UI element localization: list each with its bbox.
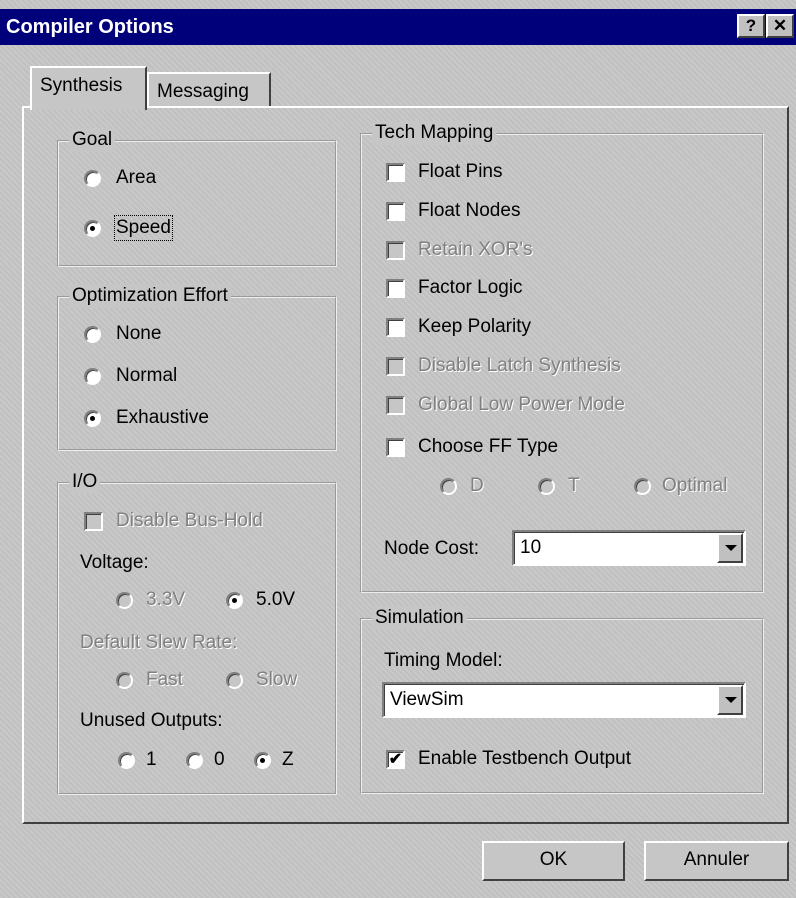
tab-messaging-label: Messaging xyxy=(157,81,249,102)
global-low-power-checkbox[interactable] xyxy=(386,396,405,415)
effort-normal-radio[interactable] xyxy=(84,368,101,385)
keep-polarity-checkbox[interactable] xyxy=(386,318,405,337)
help-button[interactable]: ? xyxy=(737,14,765,38)
effort-normal-label: Normal xyxy=(116,365,178,386)
ok-button[interactable]: OK xyxy=(482,841,625,881)
unused-outputs-label: Unused Outputs: xyxy=(80,710,223,731)
window-title: Compiler Options xyxy=(6,16,174,38)
disable-latch-synthesis-label: Disable Latch Synthesis xyxy=(418,355,621,376)
goal-speed-radio[interactable] xyxy=(84,220,101,237)
slew-slow-label: Slow xyxy=(256,669,298,690)
float-nodes-checkbox[interactable] xyxy=(386,202,405,221)
slew-rate-label: Default Slew Rate: xyxy=(80,632,238,653)
ff-t-radio[interactable] xyxy=(538,478,555,495)
goal-legend: Goal xyxy=(69,128,116,152)
choose-ff-type-label: Choose FF Type xyxy=(418,436,559,457)
choose-ff-type-checkbox[interactable] xyxy=(386,438,405,457)
goal-group: Goal xyxy=(57,128,337,267)
unused-0-radio[interactable] xyxy=(186,752,203,769)
disable-bus-hold-label: Disable Bus-Hold xyxy=(116,510,263,531)
timing-model-select[interactable]: ViewSim xyxy=(382,682,746,718)
ff-d-label: D xyxy=(470,475,484,496)
io-legend: I/O xyxy=(69,470,101,494)
effort-none-label: None xyxy=(116,323,162,344)
close-button[interactable]: ✕ xyxy=(766,14,794,38)
simulation-legend: Simulation xyxy=(372,606,467,630)
unused-1-radio[interactable] xyxy=(118,752,135,769)
tab-synthesis[interactable]: Synthesis xyxy=(30,66,147,110)
float-pins-checkbox[interactable] xyxy=(386,163,405,182)
voltage-3v3-label: 3.3V xyxy=(146,589,186,610)
tech-mapping-legend: Tech Mapping xyxy=(372,121,497,145)
effort-exhaustive-radio[interactable] xyxy=(84,410,101,427)
unused-1-label: 1 xyxy=(146,749,157,770)
node-cost-select[interactable]: 10 xyxy=(512,530,746,566)
voltage-3v3-radio[interactable] xyxy=(116,592,133,609)
slew-slow-radio[interactable] xyxy=(226,672,243,689)
goal-area-label: Area xyxy=(116,167,157,188)
node-cost-label: Node Cost: xyxy=(384,538,480,559)
slew-fast-label: Fast xyxy=(146,669,183,690)
chevron-down-icon[interactable] xyxy=(717,685,743,715)
keep-polarity-label: Keep Polarity xyxy=(418,316,532,337)
unused-z-label: Z xyxy=(282,749,294,770)
float-nodes-label: Float Nodes xyxy=(418,200,521,221)
factor-logic-checkbox[interactable] xyxy=(386,279,405,298)
goal-area-radio[interactable] xyxy=(84,170,101,187)
slew-fast-radio[interactable] xyxy=(116,672,133,689)
optimization-effort-legend: Optimization Effort xyxy=(69,284,231,308)
node-cost-value: 10 xyxy=(520,537,542,558)
chevron-down-icon[interactable] xyxy=(717,533,743,563)
float-pins-label: Float Pins xyxy=(418,161,503,182)
ff-t-label: T xyxy=(568,475,580,496)
enable-testbench-checkbox[interactable]: ✔ xyxy=(386,750,405,769)
ff-optimal-label: Optimal xyxy=(662,475,728,496)
voltage-label: Voltage: xyxy=(80,552,149,573)
effort-exhaustive-label: Exhaustive xyxy=(116,407,209,428)
voltage-5v0-label: 5.0V xyxy=(256,589,296,610)
cancel-button[interactable]: Annuler xyxy=(644,841,789,881)
compiler-options-dialog: Compiler Options ? ✕ Synthesis Messaging… xyxy=(0,0,796,898)
voltage-5v0-radio[interactable] xyxy=(226,592,243,609)
effort-none-radio[interactable] xyxy=(84,326,101,343)
factor-logic-label: Factor Logic xyxy=(418,277,523,298)
enable-testbench-label: Enable Testbench Output xyxy=(418,748,632,769)
ff-d-radio[interactable] xyxy=(440,478,457,495)
ff-optimal-radio[interactable] xyxy=(634,478,651,495)
disable-latch-synthesis-checkbox[interactable] xyxy=(386,357,405,376)
retain-xor-checkbox[interactable] xyxy=(386,241,405,260)
disable-bus-hold-checkbox[interactable] xyxy=(84,512,103,531)
timing-model-value: ViewSim xyxy=(390,689,464,710)
global-low-power-label: Global Low Power Mode xyxy=(418,394,625,415)
unused-z-radio[interactable] xyxy=(254,752,271,769)
retain-xor-label: Retain XOR's xyxy=(418,239,533,260)
unused-0-label: 0 xyxy=(214,749,225,770)
tab-synthesis-label: Synthesis xyxy=(40,75,123,96)
tab-messaging[interactable]: Messaging xyxy=(147,72,271,106)
title-bar: Compiler Options ? ✕ xyxy=(0,9,796,45)
timing-model-label: Timing Model: xyxy=(384,650,503,671)
goal-speed-label: Speed xyxy=(114,215,173,241)
